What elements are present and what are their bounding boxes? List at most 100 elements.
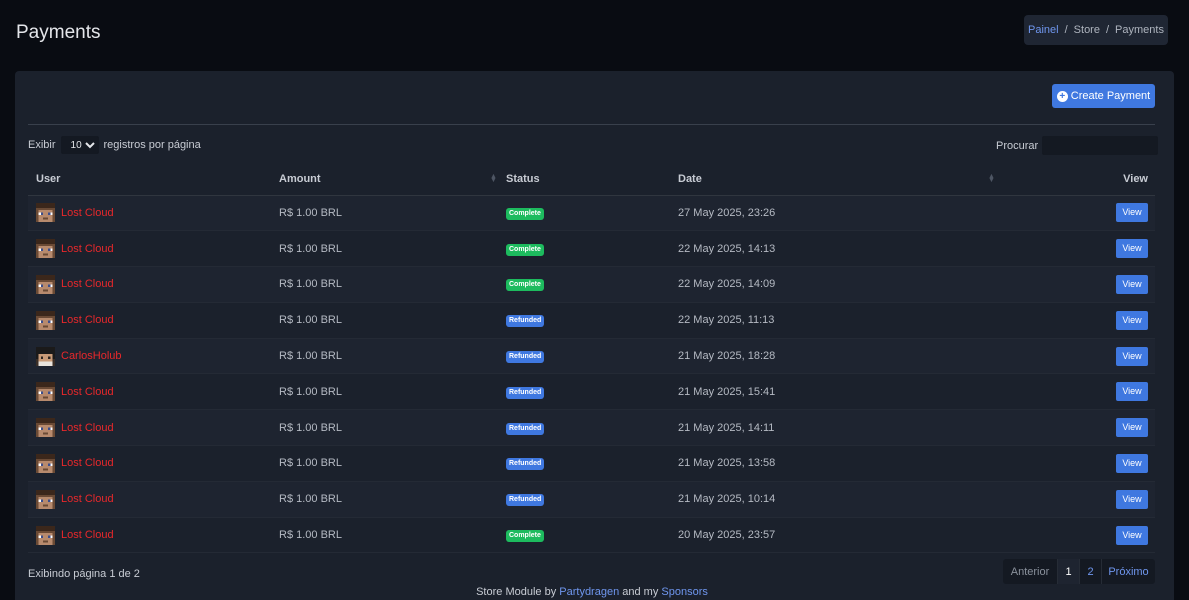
breadcrumb-separator: / bbox=[1105, 24, 1110, 36]
column-header-view: View bbox=[996, 164, 1155, 196]
search-label: Procurar bbox=[996, 139, 1039, 152]
breadcrumb-link-painel[interactable]: Painel bbox=[1028, 24, 1059, 36]
view-button[interactable]: View bbox=[1116, 453, 1148, 473]
status-cell: Refunded bbox=[498, 409, 670, 447]
user-cell: Lost Cloud bbox=[28, 302, 271, 339]
user-cell: Lost Cloud bbox=[28, 373, 271, 411]
status-badge: Refunded bbox=[506, 458, 545, 471]
status-badge: Complete bbox=[506, 243, 544, 256]
column-header-amount[interactable]: Amount ▲ ▼ bbox=[271, 164, 498, 196]
status-cell: Complete bbox=[498, 266, 670, 303]
sort-icon: ▲ ▼ bbox=[988, 173, 995, 184]
username-link[interactable]: CarlosHolub bbox=[61, 350, 122, 362]
sort-icon: ▲ ▼ bbox=[490, 173, 497, 184]
view-cell: View bbox=[996, 338, 1155, 375]
page-length-select[interactable]: 10 bbox=[60, 136, 99, 154]
column-header-user[interactable]: User bbox=[28, 164, 271, 196]
avatar bbox=[36, 239, 55, 259]
table-row: Lost Cloud R$ 1.00 BRL Refunded 21 May 2025… bbox=[28, 373, 1155, 411]
avatar bbox=[36, 525, 55, 545]
avatar bbox=[36, 346, 55, 366]
user-cell: Lost Cloud bbox=[28, 266, 271, 303]
view-button[interactable]: View bbox=[1116, 310, 1148, 330]
table-row: Lost Cloud R$ 1.00 BRL Complete 20 May 2025… bbox=[28, 517, 1155, 554]
username-link[interactable]: Lost Cloud bbox=[61, 386, 114, 398]
footer: Store Module by Partydragen and my Spons… bbox=[0, 586, 1184, 598]
column-header-status[interactable]: Status bbox=[498, 164, 670, 196]
avatar bbox=[36, 453, 55, 473]
status-badge: Refunded bbox=[506, 351, 545, 364]
table-row: Lost Cloud R$ 1.00 BRL Complete 22 May 2025… bbox=[28, 230, 1155, 268]
user-cell: Lost Cloud bbox=[28, 445, 271, 482]
column-header-date[interactable]: Date ▲ ▼ bbox=[670, 164, 996, 196]
status-cell: Refunded bbox=[498, 373, 670, 411]
username-link[interactable]: Lost Cloud bbox=[61, 457, 114, 469]
create-payment-label: Create Payment bbox=[1070, 90, 1151, 102]
pagination-page-2[interactable]: 2 bbox=[1080, 559, 1102, 584]
date-cell: 21 May 2025, 14:11 bbox=[670, 409, 996, 447]
page-length-prefix: Exibir bbox=[28, 139, 56, 151]
view-button[interactable]: View bbox=[1116, 274, 1148, 294]
breadcrumb-separator: / bbox=[1064, 24, 1068, 36]
amount-cell: R$ 1.00 BRL bbox=[271, 373, 498, 411]
page-title: Payments bbox=[16, 22, 101, 43]
avatar bbox=[36, 418, 55, 438]
status-cell: Refunded bbox=[498, 302, 670, 339]
view-cell: View bbox=[996, 302, 1155, 339]
date-cell: 21 May 2025, 10:14 bbox=[670, 481, 996, 518]
table-row: Lost Cloud R$ 1.00 BRL Complete 27 May 2025… bbox=[28, 195, 1155, 232]
status-badge: Complete bbox=[506, 207, 544, 220]
status-cell: Refunded bbox=[498, 338, 670, 375]
avatar bbox=[36, 203, 55, 223]
view-button[interactable]: View bbox=[1116, 489, 1148, 509]
avatar bbox=[36, 489, 55, 509]
amount-cell: R$ 1.00 BRL bbox=[271, 195, 498, 232]
view-button[interactable]: View bbox=[1116, 203, 1148, 223]
amount-cell: R$ 1.00 BRL bbox=[271, 338, 498, 375]
search-input[interactable] bbox=[1042, 136, 1159, 155]
footer-author-link[interactable]: Partydragen bbox=[559, 586, 619, 598]
pagination-next-button[interactable]: Próximo bbox=[1102, 559, 1155, 584]
pagination-info: Exibindo página 1 de 2 bbox=[28, 568, 140, 580]
date-cell: 21 May 2025, 13:58 bbox=[670, 445, 996, 482]
username-link[interactable]: Lost Cloud bbox=[61, 422, 114, 434]
avatar bbox=[36, 274, 55, 294]
footer-sponsors-link[interactable]: Sponsors bbox=[661, 586, 707, 598]
username-link[interactable]: Lost Cloud bbox=[61, 314, 114, 326]
user-cell: Lost Cloud bbox=[28, 230, 271, 268]
user-cell: Lost Cloud bbox=[28, 517, 271, 554]
date-cell: 21 May 2025, 18:28 bbox=[670, 338, 996, 375]
date-cell: 22 May 2025, 14:09 bbox=[670, 266, 996, 303]
view-button[interactable]: View bbox=[1116, 239, 1148, 259]
amount-cell: R$ 1.00 BRL bbox=[271, 230, 498, 268]
status-badge: Complete bbox=[506, 530, 544, 543]
create-payment-button[interactable]: + Create Payment bbox=[1052, 84, 1155, 108]
pagination: Anterior 1 2 Próximo bbox=[1003, 559, 1155, 584]
status-badge: Refunded bbox=[506, 494, 545, 507]
view-button[interactable]: View bbox=[1116, 382, 1148, 402]
pagination-page-1[interactable]: 1 bbox=[1058, 559, 1080, 584]
username-link[interactable]: Lost Cloud bbox=[61, 529, 114, 541]
view-cell: View bbox=[996, 195, 1155, 232]
view-cell: View bbox=[996, 445, 1155, 482]
username-link[interactable]: Lost Cloud bbox=[61, 243, 114, 255]
amount-cell: R$ 1.00 BRL bbox=[271, 302, 498, 339]
view-button[interactable]: View bbox=[1116, 525, 1148, 545]
search-control: Procurar bbox=[996, 136, 1159, 155]
view-cell: View bbox=[996, 517, 1155, 554]
pagination-prev-button[interactable]: Anterior bbox=[1003, 559, 1058, 584]
table-row: Lost Cloud R$ 1.00 BRL Refunded 21 May 2025… bbox=[28, 481, 1155, 518]
table-row: CarlosHolub R$ 1.00 BRL Refunded 21 May 202… bbox=[28, 338, 1155, 375]
status-cell: Complete bbox=[498, 195, 670, 232]
view-button[interactable]: View bbox=[1116, 418, 1148, 438]
avatar bbox=[36, 382, 55, 402]
date-cell: 21 May 2025, 15:41 bbox=[670, 373, 996, 411]
view-button[interactable]: View bbox=[1116, 346, 1148, 366]
username-link[interactable]: Lost Cloud bbox=[61, 207, 114, 219]
table-row: Lost Cloud R$ 1.00 BRL Refunded 21 May 2025… bbox=[28, 445, 1155, 482]
username-link[interactable]: Lost Cloud bbox=[61, 493, 114, 505]
username-link[interactable]: Lost Cloud bbox=[61, 278, 114, 290]
user-cell: Lost Cloud bbox=[28, 195, 271, 232]
divider bbox=[28, 124, 1155, 125]
breadcrumb-item-store[interactable]: Store bbox=[1074, 24, 1100, 36]
